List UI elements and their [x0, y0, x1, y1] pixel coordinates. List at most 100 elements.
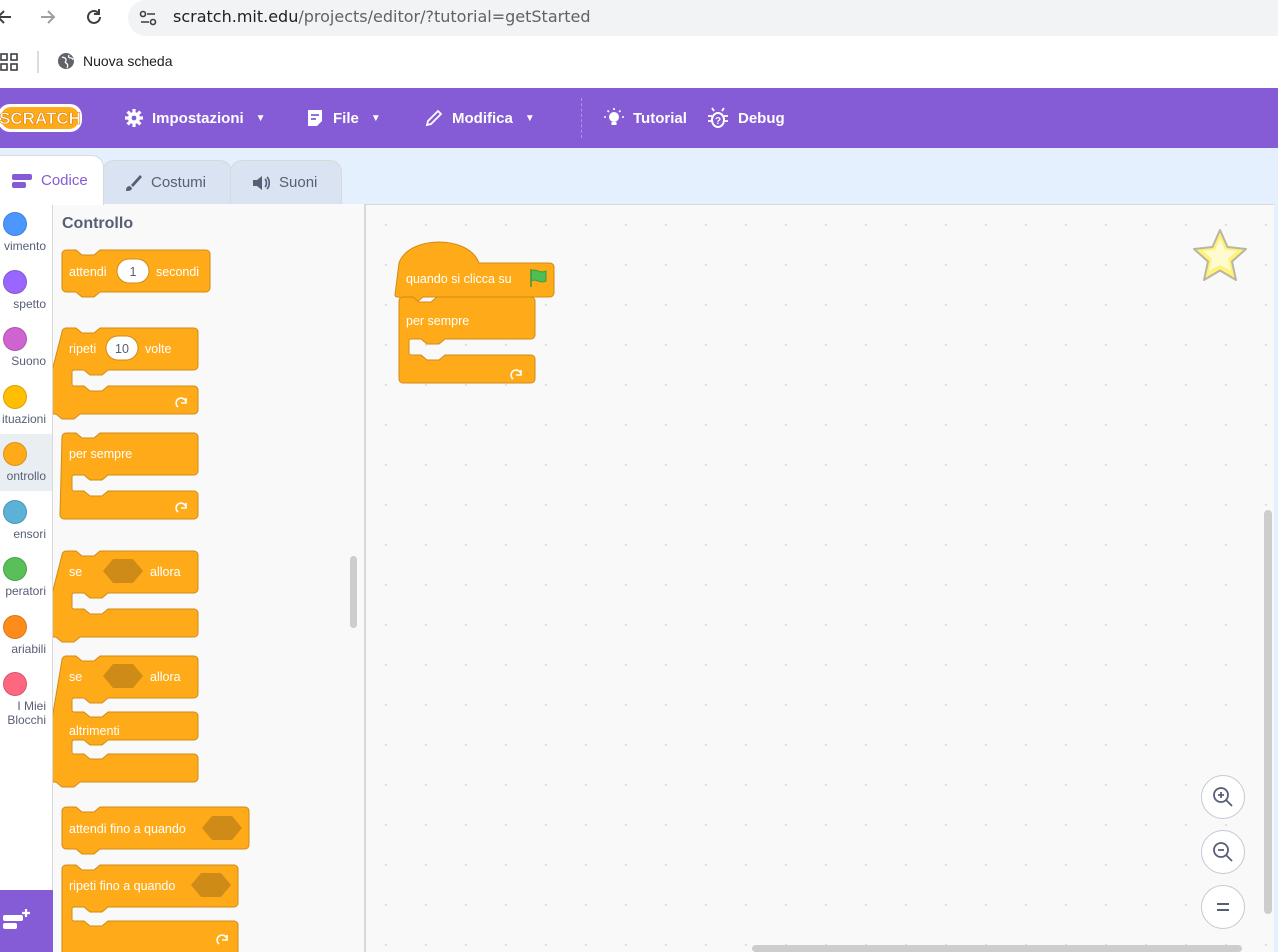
palette-blocks: attendi 1 secondi ripeti 10 volte per se…: [53, 249, 250, 952]
category-label: spetto: [13, 297, 46, 311]
if-label: se: [69, 565, 82, 579]
forever-block-workspace[interactable]: per sempre: [398, 296, 536, 384]
wait-suffix: secondi: [156, 265, 199, 279]
wait-until-block[interactable]: attendi fino a quando: [61, 806, 250, 855]
category-my-blocks[interactable]: I Miei Blocchi: [0, 664, 52, 734]
zoom-in-button[interactable]: [1201, 775, 1245, 819]
url-path: /projects/editor/?tutorial=getStarted: [298, 7, 591, 26]
when-flag-clicked-block[interactable]: quando si clicca su: [394, 241, 555, 303]
settings-label: Impostazioni: [152, 109, 244, 127]
file-icon: [308, 110, 322, 126]
bookmark-separator: [37, 51, 39, 73]
forever-block[interactable]: per sempre: [59, 432, 199, 520]
workspace-horizontal-scrollbar[interactable]: [752, 945, 1242, 952]
edit-menu[interactable]: Modifica ▼: [424, 88, 535, 148]
hat-label: quando si clicca su: [406, 272, 512, 286]
svg-text:?: ?: [715, 116, 721, 127]
chevron-down-icon: ▼: [255, 112, 266, 124]
then-label: allora: [150, 565, 181, 579]
bookmark-label: Nuova scheda: [83, 53, 173, 69]
events-dot: [3, 385, 27, 409]
zoom-out-button[interactable]: [1201, 830, 1245, 874]
repeat-until-block[interactable]: ripeti fino a quando: [61, 864, 239, 952]
looks-dot: [3, 270, 27, 294]
scratch-logo[interactable]: SCRATCH: [0, 102, 86, 139]
forever-label: per sempre: [69, 447, 132, 461]
tutorials-button[interactable]: Tutorial: [603, 88, 687, 148]
globe-icon: [58, 53, 74, 69]
browser-toolbar: scratch.mit.edu/projects/editor/?tutoria…: [0, 0, 1278, 88]
category-label: vimento: [3, 239, 46, 253]
repeat-until-label: ripeti fino a quando: [69, 879, 175, 893]
lightbulb-icon: [604, 108, 624, 125]
wait-label: attendi: [69, 265, 107, 279]
zoom-reset-button[interactable]: [1201, 885, 1245, 929]
debug-button[interactable]: ? Debug: [706, 88, 785, 148]
forever-label: per sempre: [406, 314, 469, 328]
workspace-script: quando si clicca su per sempre: [394, 241, 555, 384]
category-label: ariabili: [11, 642, 46, 656]
bookmark-new-tab[interactable]: Nuova scheda: [57, 52, 173, 70]
extension-icon: [3, 909, 30, 929]
tab-costumes[interactable]: Costumi: [102, 160, 232, 204]
category-events[interactable]: ituazioni: [0, 377, 52, 434]
brush-icon: [126, 174, 142, 191]
file-menu[interactable]: File ▼: [305, 88, 381, 148]
apps-icon[interactable]: [0, 53, 18, 76]
speaker-icon: [253, 175, 271, 190]
bug-icon: ?: [708, 107, 728, 128]
chevron-down-icon: ▼: [524, 112, 535, 124]
block-palette: Controllo attendi 1 secondi ripeti 10 vo…: [53, 204, 365, 952]
if-else-block[interactable]: se allora altrimenti: [53, 655, 199, 788]
category-variables[interactable]: ariabili: [0, 607, 52, 664]
zoom-out-icon: [1213, 842, 1233, 862]
wait-block[interactable]: attendi 1 secondi: [61, 249, 211, 298]
category-looks[interactable]: spetto: [0, 262, 52, 319]
sensing-dot: [3, 500, 27, 524]
url-host: scratch.mit.edu: [173, 7, 299, 26]
tab-costumes-label: Costumi: [151, 174, 207, 191]
motion-dot: [3, 212, 27, 236]
category-label: peratori: [5, 584, 46, 598]
equals-icon: [1217, 903, 1229, 911]
settings-menu[interactable]: Impostazioni ▼: [124, 88, 266, 148]
control-dot: [3, 442, 27, 466]
code-blocks-icon: [12, 173, 32, 188]
category-motion[interactable]: vimento: [0, 204, 52, 261]
category-sound[interactable]: Suono: [0, 319, 52, 376]
category-operators[interactable]: peratori: [0, 549, 52, 606]
menu-divider: [581, 98, 582, 138]
else-label: altrimenti: [69, 724, 120, 738]
sprite-star-icon[interactable]: [1190, 227, 1250, 292]
chevron-down-icon: ▼: [370, 112, 381, 124]
category-label: ensori: [13, 527, 46, 541]
site-settings-icon[interactable]: [136, 6, 160, 35]
add-extension-button[interactable]: [0, 890, 53, 952]
debug-label: Debug: [738, 109, 785, 127]
if-then-block[interactable]: se allora: [53, 550, 199, 643]
reload-icon[interactable]: [82, 5, 106, 29]
sound-dot: [3, 327, 27, 351]
category-sensing[interactable]: ensori: [0, 492, 52, 549]
category-menu: vimento spetto Suono ituazioni ontrollo …: [0, 204, 53, 952]
pencil-icon: [425, 109, 443, 127]
code-workspace[interactable]: quando si clicca su per sempre: [365, 204, 1274, 952]
category-label: I Miei Blocchi: [7, 699, 46, 727]
repeat-block[interactable]: ripeti 10 volte: [53, 327, 199, 420]
edit-label: Modifica: [452, 109, 513, 127]
scratch-menubar: SCRATCH Impostazioni ▼ File ▼ Modifica ▼…: [0, 88, 1278, 148]
workspace-vertical-scrollbar[interactable]: [1264, 510, 1272, 914]
variables-dot: [3, 615, 27, 639]
tab-sounds-label: Suoni: [279, 174, 318, 191]
forward-icon[interactable]: [36, 5, 60, 29]
url-text[interactable]: scratch.mit.edu/projects/editor/?tutoria…: [173, 7, 590, 26]
file-label: File: [333, 109, 359, 127]
logo-text: SCRATCH: [0, 109, 81, 128]
my-blocks-dot: [3, 672, 27, 696]
back-icon[interactable]: [0, 5, 16, 29]
tab-code[interactable]: Codice: [0, 155, 104, 205]
tab-sounds[interactable]: Suoni: [230, 160, 342, 204]
category-control[interactable]: ontrollo: [0, 434, 52, 491]
category-label: ituazioni: [1, 412, 46, 426]
palette-scrollbar[interactable]: [350, 556, 357, 628]
